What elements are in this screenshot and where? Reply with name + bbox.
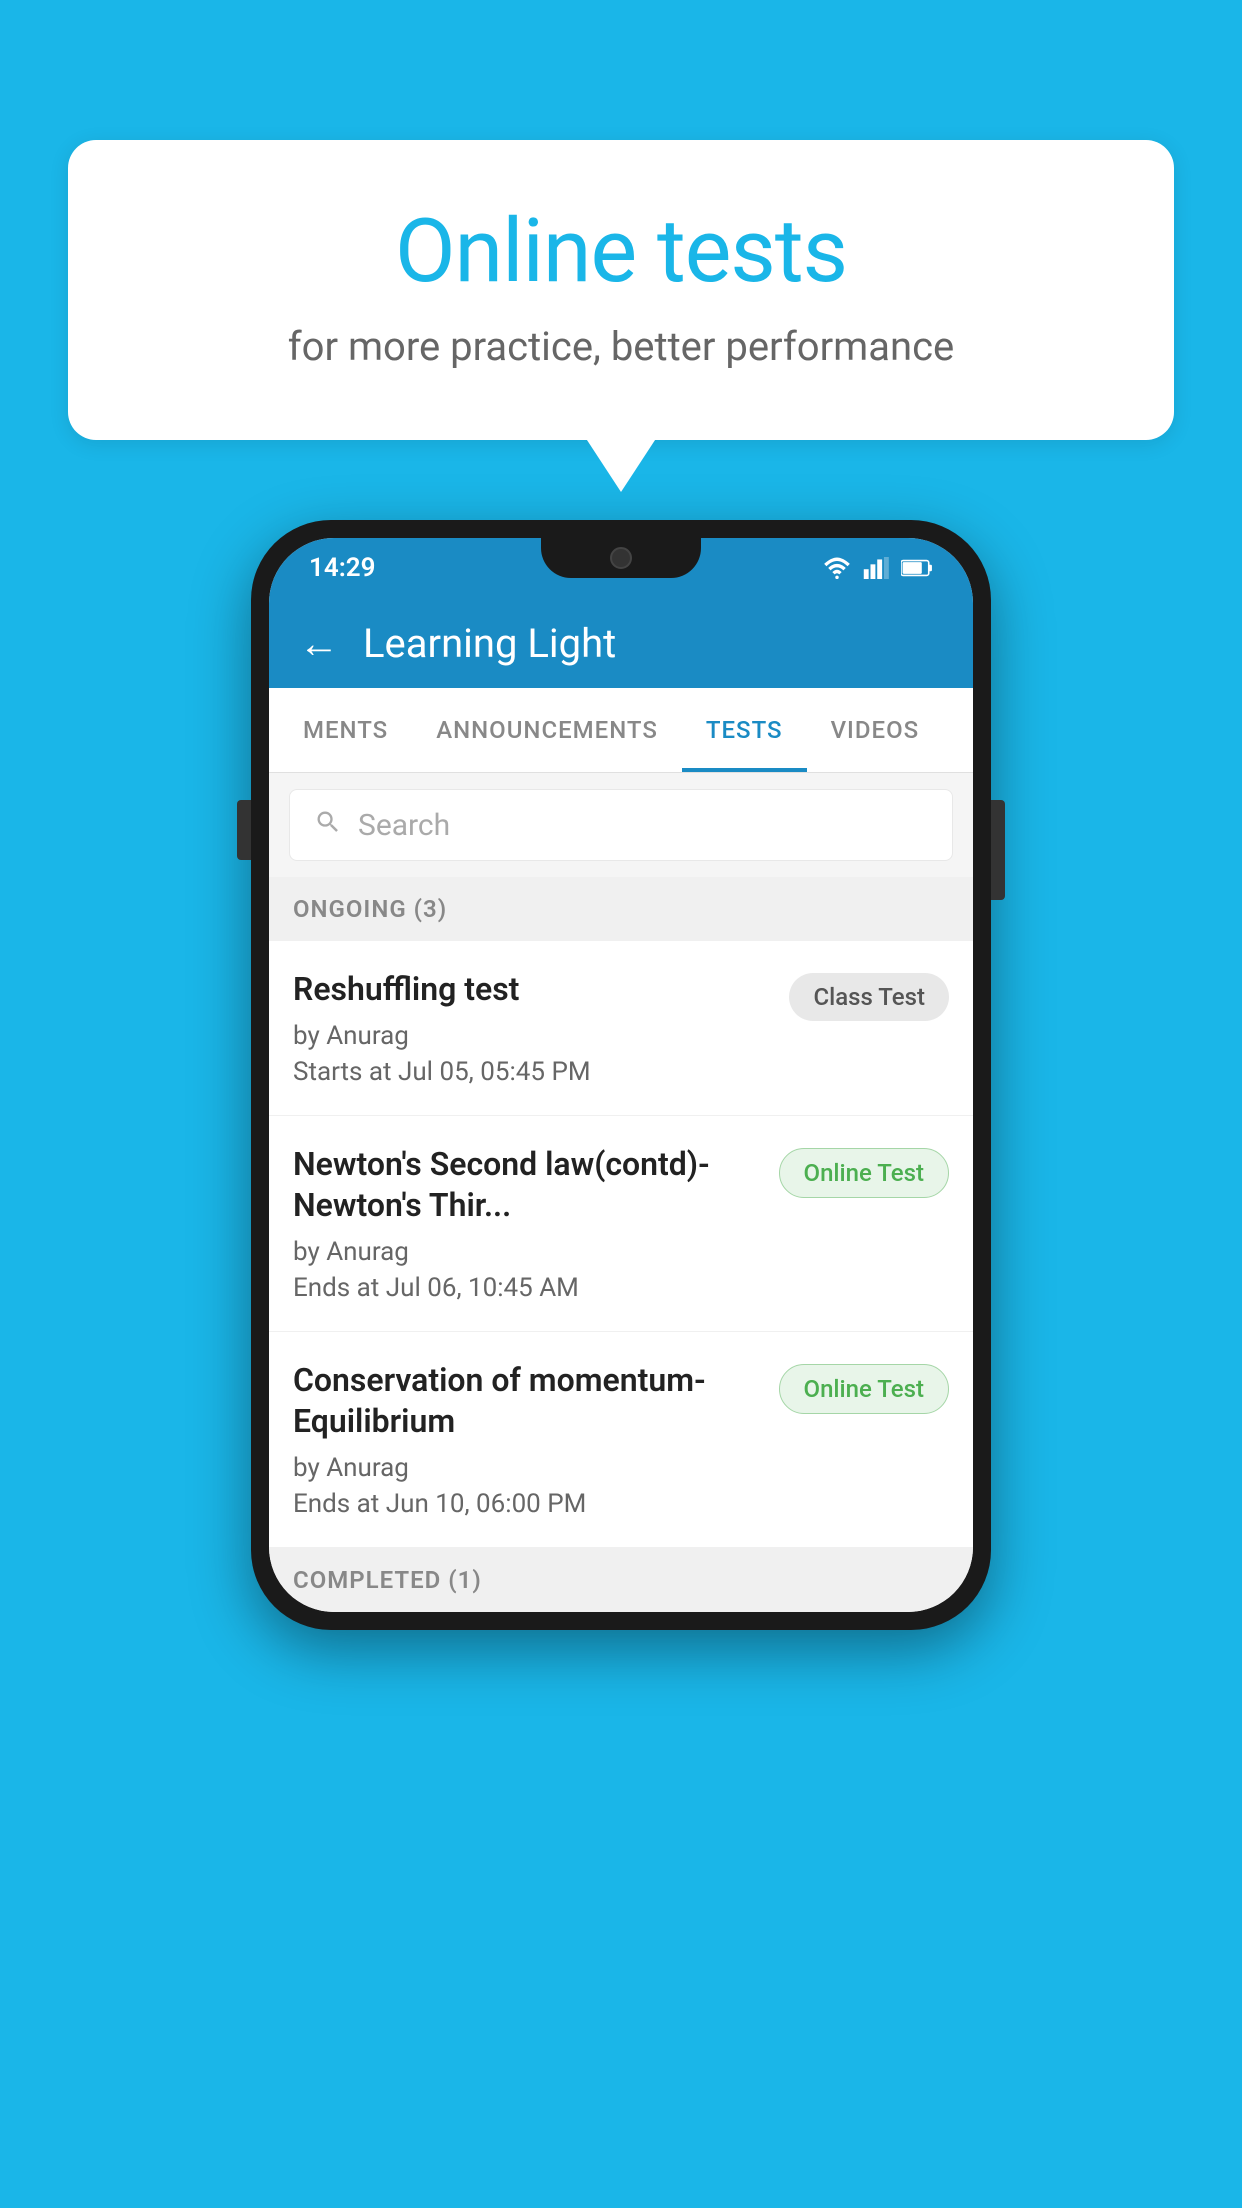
phone-wrapper: 14:29 <box>251 520 991 1630</box>
search-icon <box>314 806 342 844</box>
search-container: Search <box>269 773 973 877</box>
test-date: Ends at Jun 10, 06:00 PM <box>293 1489 759 1519</box>
search-box[interactable]: Search <box>289 789 953 861</box>
battery-icon <box>901 557 933 579</box>
search-placeholder: Search <box>358 808 450 843</box>
signal-icon <box>863 557 889 579</box>
test-date: Starts at Jul 05, 05:45 PM <box>293 1057 769 1087</box>
back-button[interactable]: ← <box>299 620 339 667</box>
app-bar-title: Learning Light <box>363 620 616 667</box>
test-title: Conservation of momentum-Equilibrium <box>293 1360 759 1443</box>
test-info: Conservation of momentum-Equilibrium by … <box>293 1360 779 1519</box>
test-badge-online: Online Test <box>779 1364 949 1414</box>
camera-notch <box>610 547 632 569</box>
tab-videos[interactable]: VIDEOS <box>807 688 944 772</box>
bubble-subtitle: for more practice, better performance <box>148 323 1094 370</box>
test-title: Newton's Second law(contd)-Newton's Thir… <box>293 1144 759 1227</box>
test-item[interactable]: Reshuffling test by Anurag Starts at Jul… <box>269 941 973 1116</box>
test-badge-online: Online Test <box>779 1148 949 1198</box>
phone-screen: 14:29 <box>269 538 973 1612</box>
status-icons <box>823 557 933 579</box>
tab-announcements[interactable]: ANNOUNCEMENTS <box>412 688 682 772</box>
speech-bubble-container: Online tests for more practice, better p… <box>68 140 1174 440</box>
test-badge-class: Class Test <box>789 973 949 1021</box>
test-title: Reshuffling test <box>293 969 769 1011</box>
test-date: Ends at Jul 06, 10:45 AM <box>293 1273 759 1303</box>
tab-tests[interactable]: TESTS <box>682 688 807 772</box>
ongoing-section-header: ONGOING (3) <box>269 877 973 941</box>
wifi-icon <box>823 557 851 579</box>
test-author: by Anurag <box>293 1021 769 1051</box>
ongoing-label: ONGOING (3) <box>293 895 447 923</box>
status-time: 14:29 <box>309 553 376 583</box>
completed-label: COMPLETED (1) <box>293 1566 482 1594</box>
speech-bubble: Online tests for more practice, better p… <box>68 140 1174 440</box>
test-author: by Anurag <box>293 1453 759 1483</box>
test-item[interactable]: Conservation of momentum-Equilibrium by … <box>269 1332 973 1548</box>
phone-outer: 14:29 <box>251 520 991 1630</box>
app-bar: ← Learning Light <box>269 598 973 688</box>
test-list: Reshuffling test by Anurag Starts at Jul… <box>269 941 973 1548</box>
test-info: Newton's Second law(contd)-Newton's Thir… <box>293 1144 779 1303</box>
status-bar: 14:29 <box>269 538 973 598</box>
test-item[interactable]: Newton's Second law(contd)-Newton's Thir… <box>269 1116 973 1332</box>
notch <box>541 538 701 578</box>
bubble-title: Online tests <box>148 200 1094 303</box>
tabs-bar: MENTS ANNOUNCEMENTS TESTS VIDEOS <box>269 688 973 773</box>
tab-ments[interactable]: MENTS <box>279 688 412 772</box>
completed-section-header: COMPLETED (1) <box>269 1548 973 1612</box>
test-info: Reshuffling test by Anurag Starts at Jul… <box>293 969 789 1087</box>
test-author: by Anurag <box>293 1237 759 1267</box>
